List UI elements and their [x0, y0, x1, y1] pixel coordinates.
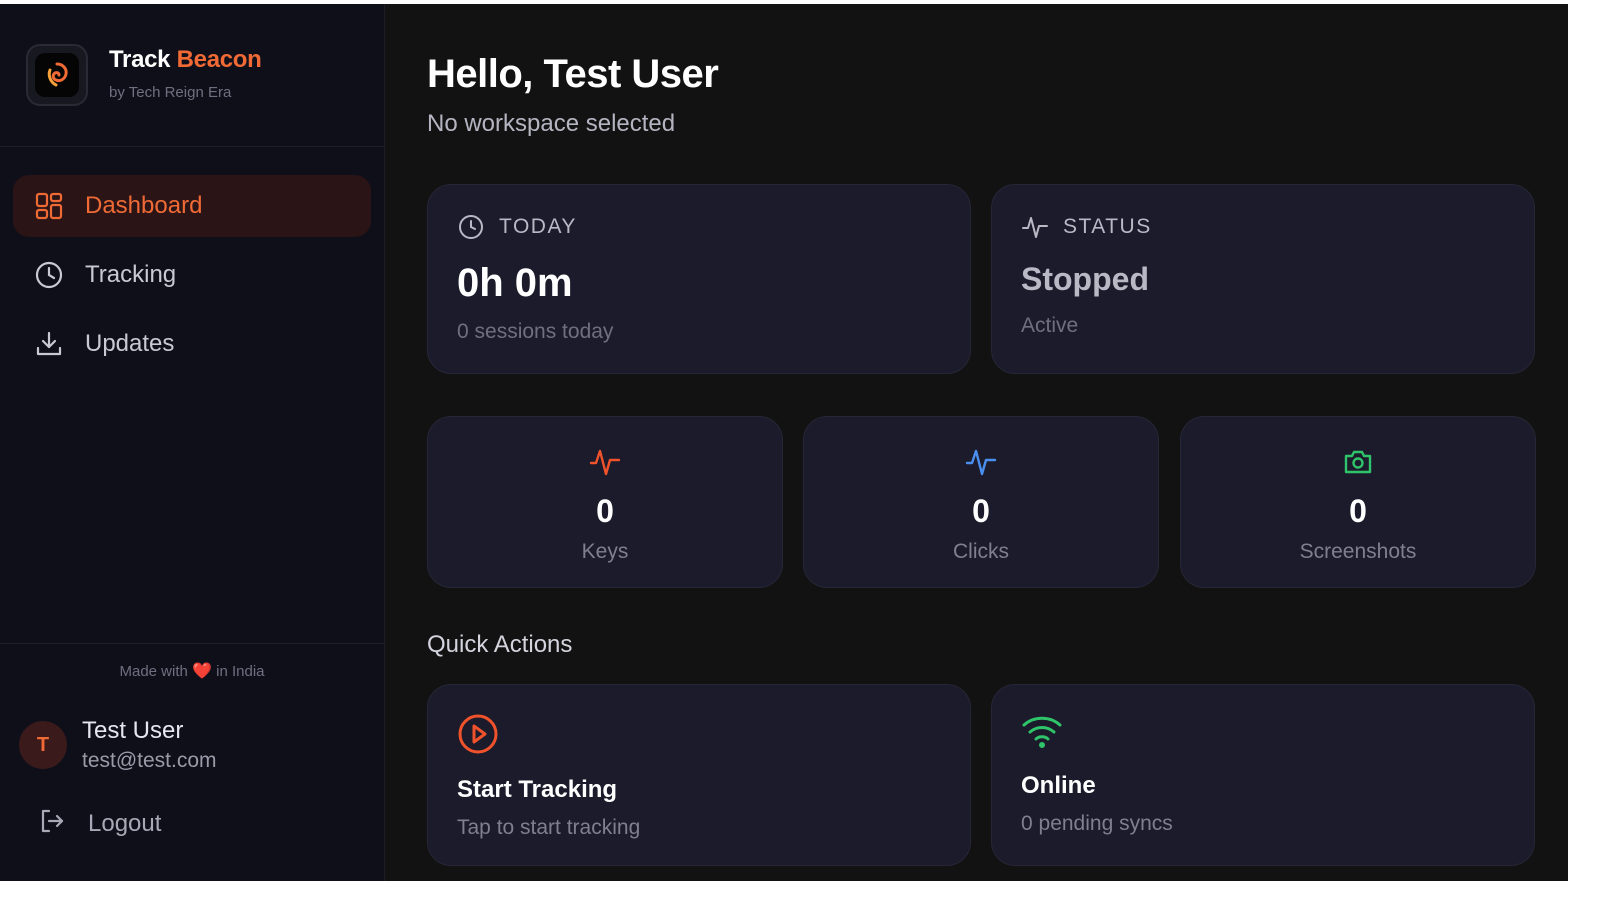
dashboard-grid-icon: [34, 191, 64, 221]
screenshots-count: 0: [1349, 493, 1367, 529]
quick-actions-title: Quick Actions: [427, 631, 573, 658]
today-label: TODAY: [499, 215, 577, 238]
clock-icon: [459, 215, 483, 239]
status-label-row: STATUS: [1021, 213, 1534, 241]
sidebar-item-tracking[interactable]: Tracking: [13, 244, 371, 306]
play-circle-icon: [458, 714, 498, 754]
keys-stat-card: 0 Keys: [427, 416, 783, 588]
avatar: T: [19, 721, 67, 769]
clicks-label: Clicks: [953, 540, 1009, 563]
camera-icon: [1181, 445, 1535, 479]
user-email: test@test.com: [82, 749, 217, 772]
logo-mark: [35, 53, 79, 97]
app-window: Track Beacon by Tech Reign Era Dashboard: [0, 4, 1568, 881]
sidebar-item-updates[interactable]: Updates: [13, 313, 371, 375]
user-name: Test User: [82, 717, 184, 744]
sidebar-footer: Made with ❤️ in India T Test User test@t…: [0, 643, 384, 881]
start-tracking-title: Start Tracking: [457, 776, 618, 803]
beacon-logo-icon: [47, 62, 68, 87]
clicks-activity-icon: [804, 445, 1158, 479]
today-duration: 0h 0m: [457, 261, 573, 305]
online-title: Online: [1021, 772, 1096, 799]
tracking-status-value: Stopped: [1021, 261, 1149, 297]
keys-activity-icon: [428, 445, 782, 479]
app-byline: by Tech Reign Era: [109, 83, 232, 101]
workspace-status: No workspace selected: [427, 110, 676, 137]
app-name: Track Beacon: [109, 45, 262, 73]
sidebar-nav: Dashboard Tracking Updates: [0, 147, 384, 375]
clock-icon: [34, 260, 64, 290]
today-card: TODAY 0h 0m 0 sessions today: [427, 184, 971, 374]
status-card: STATUS Stopped Active: [991, 184, 1535, 374]
clicks-count: 0: [972, 493, 990, 529]
page-title: Hello, Test User: [427, 52, 719, 96]
wifi-icon: [1022, 716, 1062, 748]
heart-icon: ❤️: [192, 663, 212, 680]
today-label-row: TODAY: [457, 213, 970, 241]
status-label: STATUS: [1063, 215, 1152, 238]
app-logo: [26, 44, 88, 106]
clicks-stat-card: 0 Clicks: [803, 416, 1159, 588]
logout-icon: [38, 807, 66, 840]
sidebar-item-label: Tracking: [85, 261, 177, 288]
brand-text: Track Beacon by Tech Reign Era: [109, 46, 262, 101]
today-sessions: 0 sessions today: [457, 320, 614, 343]
pending-syncs: 0 pending syncs: [1021, 812, 1173, 835]
user-profile: T Test User test@test.com: [0, 717, 384, 773]
tracking-status-sub: Active: [1021, 314, 1079, 337]
made-with-note: Made with ❤️ in India: [119, 663, 265, 680]
online-status-card[interactable]: Online 0 pending syncs: [991, 684, 1535, 866]
keys-count: 0: [596, 493, 614, 529]
sidebar-item-dashboard[interactable]: Dashboard: [13, 175, 371, 237]
main-content: Hello, Test User No workspace selected T…: [385, 4, 1568, 881]
start-tracking-button[interactable]: Start Tracking Tap to start tracking: [427, 684, 971, 866]
logout-button[interactable]: Logout: [0, 807, 384, 840]
user-info: Test User test@test.com: [82, 717, 217, 773]
sidebar-item-label: Dashboard: [85, 192, 203, 219]
logout-label: Logout: [88, 809, 162, 837]
sidebar-item-label: Updates: [85, 330, 175, 357]
keys-label: Keys: [581, 540, 629, 563]
screenshots-stat-card: 0 Screenshots: [1180, 416, 1536, 588]
sidebar: Track Beacon by Tech Reign Era Dashboard: [0, 4, 385, 881]
activity-icon: [1022, 217, 1048, 238]
screenshots-label: Screenshots: [1299, 540, 1417, 563]
download-icon: [34, 329, 64, 359]
start-tracking-sub: Tap to start tracking: [457, 816, 641, 839]
brand-header: Track Beacon by Tech Reign Era: [0, 4, 384, 147]
